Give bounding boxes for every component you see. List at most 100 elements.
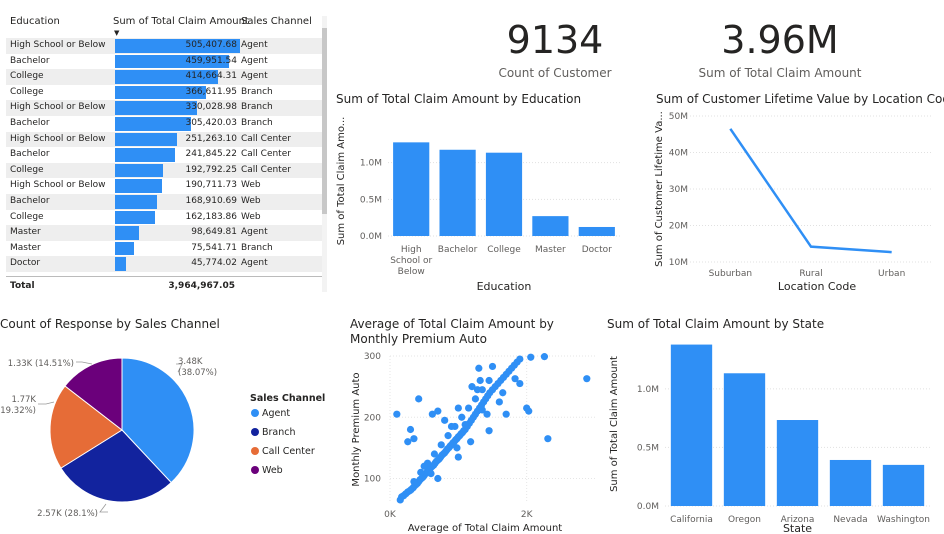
x-tick-label: 2K [521,510,534,520]
channel-pie-chart[interactable]: 3.48K(38.07%) 2.57K (28.1%) 1.77K(19.32%) 1… [0,334,340,529]
data-bar [115,179,163,193]
y-tick-label: 1.0M [637,385,659,395]
cell-amount: 75,541.71 [191,242,237,253]
sort-desc-icon[interactable]: ▼ [114,29,119,37]
y-axis-label: Sum of Total Claim Amount [609,356,620,492]
table-row[interactable]: High School or Below 330,028.98 Branch [6,100,324,116]
scatter-point [499,389,507,397]
scatter-point [502,410,510,418]
y-tick-label: 40M [669,149,688,159]
table-row[interactable]: Master 98,649.81 Agent [6,225,324,241]
kpi-customer-count: 9134 [506,18,604,62]
scatter-point [430,450,439,458]
table-total-row: Total 3,964,967.05 [6,276,322,295]
cell-channel: Call Center [241,149,291,160]
cell-amount: 98,649.81 [191,227,237,238]
table-row[interactable]: High School or Below 251,263.10 Call Cente… [6,131,324,148]
data-bar [115,148,175,162]
scatter-point [453,444,461,452]
cell-channel: Branch [241,86,273,97]
y-axis-label: Sum of Total Claim Amo... [336,117,347,246]
scatter-point [454,404,462,412]
y-tick-label: 1.0M [360,159,382,169]
scatter-point [404,438,412,446]
x-tick-label: Doctor [582,245,612,255]
scatter-chart[interactable]: 100 200 300 0K 2K Average of Total Claim Amou… [345,346,600,534]
cell-education: Master [10,227,41,238]
table-row[interactable]: High School or Below 190,711.73 Web [6,178,324,194]
cell-education: High School or Below [10,102,106,113]
legend-entry: Branch [262,427,296,438]
scatter-chart-title-1: Average of Total Claim Amount by [350,317,554,331]
table-scrollbar[interactable] [322,16,327,292]
pie-data-label: 1.77K [12,395,37,405]
table-row[interactable]: Bachelor 241,845.22 Call Center [6,147,324,163]
state-bar-chart[interactable]: 0.0M0.5M1.0MCalifornia Oregon Arizona Nevad… [603,334,944,534]
table-row[interactable]: High School or Below 505,407.68 Agent [6,38,324,54]
scatter-point [495,398,503,406]
cell-amount: 414,664.31 [185,71,237,82]
education-chart-title: Sum of Total Claim Amount by Education [336,92,582,106]
total-value: 3,964,967.05 [168,281,235,291]
y-tick-label: 0.0M [360,232,382,242]
data-bar [115,241,134,256]
pie-data-label: (38.07%) [178,368,217,378]
y-tick-label: 10M [669,258,688,268]
table-row[interactable]: Bachelor 305,420.03 Branch [6,116,324,132]
scatter-point [471,395,480,403]
location-line-chart[interactable]: 10M 20M 30M 40M 50M Suburban Rural Urban Locatio… [650,108,944,296]
header-claim-amount[interactable]: Sum of Total Claim Amount [113,16,249,36]
education-bar-chart[interactable]: 0.0M 0.5M 1.0M HighSchool orBelow Bachelor Co… [330,108,635,296]
pie-data-label: 1.33K (14.51%) [8,359,74,369]
leader-line [38,401,55,405]
scatter-point [410,435,418,443]
cell-amount: 192,792.25 [185,164,237,175]
x-tick-label: California [670,515,713,525]
cell-amount: 366,611.95 [185,86,237,97]
scatter-point [488,362,497,371]
table-row[interactable]: College 192,792.25 Call Center [6,162,324,179]
scatter-point [476,376,484,385]
scatter-point [485,427,493,435]
data-bar [115,163,163,178]
data-bar [115,132,178,147]
scatter-point [467,438,475,446]
table-row[interactable]: Doctor 45,774.02 Agent [6,256,324,272]
scatter-point [583,375,591,383]
cell-channel: Web [241,180,261,191]
cell-education: High School or Below [10,180,106,191]
scatter-point [434,474,442,483]
cell-education: Master [10,242,41,253]
table-row[interactable]: Bachelor 168,910.69 Web [6,194,324,210]
scatter-point [461,421,469,429]
scrollbar-thumb[interactable] [322,28,327,214]
leader-line [99,503,108,513]
bar [393,142,430,236]
table-row[interactable]: Master 75,541.71 Branch [6,241,324,257]
cell-channel: Branch [241,102,273,113]
header-sales-channel[interactable]: Sales Channel [241,16,312,36]
table-row[interactable]: College 366,611.95 Branch [6,85,324,101]
cell-amount: 459,951.54 [185,55,237,66]
x-tick-label: Oregon [728,515,761,525]
table-row[interactable]: College 162,183.86 Web [6,210,324,226]
claims-table[interactable]: Education Sum of Total Claim Amount ▼ Sa… [4,12,327,295]
cell-amount: 190,711.73 [185,180,237,191]
cell-channel: Agent [241,227,268,238]
data-bar [115,101,197,115]
data-bar [115,117,191,131]
pie-data-label: 3.48K [178,357,203,367]
bar [485,152,523,236]
legend-entry: Web [262,465,283,476]
scatter-point [516,379,524,388]
x-tick-label: 0K [384,510,397,520]
cell-education: College [10,86,44,97]
table-row[interactable]: Bachelor 459,951.54 Agent [6,54,324,70]
cell-amount: 505,407.68 [185,40,237,50]
table-row[interactable]: College 414,664.31 Agent [6,69,324,85]
x-tick-label: College [487,245,521,255]
header-education[interactable]: Education [10,16,60,36]
cell-channel: Call Center [241,133,291,144]
scatter-point [441,416,449,424]
scatter-point [458,413,466,421]
